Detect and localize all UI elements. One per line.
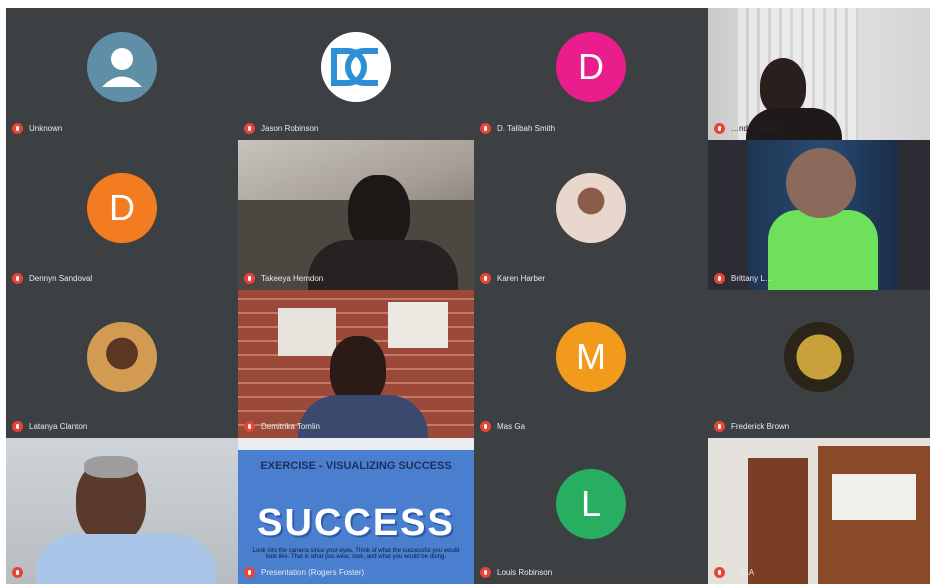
participant-name-bar: Mas Ga [480,421,525,432]
participant-name-bar: Demitrika Tomlin [244,421,320,432]
mic-muted-icon [12,567,23,578]
photo-avatar [784,322,854,392]
participant-name-bar: D. Talibah Smith [480,123,555,134]
mic-muted-icon [480,123,491,134]
participant-name-bar: Karen Harber [480,273,545,284]
participant-name: Karen Harber [497,274,546,283]
participant-name: Mas Ga [497,422,526,431]
participant-name: Dennyn Sandoval [29,274,93,283]
initial-avatar: D [87,173,157,243]
participant-tile[interactable]: Karen Harber [474,140,708,290]
slide-caption: Look into the camera since your eyes. Th… [252,548,460,560]
person-torso [768,210,878,290]
participant-name: Brittany L… [731,274,773,283]
mic-muted-icon [12,273,23,284]
participant-name: …ELA [731,568,755,577]
mic-muted-icon [480,567,491,578]
initial-avatar: D [556,32,626,102]
logo-avatar-icon [321,32,391,102]
photo-avatar [87,322,157,392]
participant-name-bar: …ndra Nickson [714,123,786,134]
mic-muted-icon [244,123,255,134]
participant-name: …ndra Nickson [731,124,786,133]
participant-name-bar: Louis Robinson [480,567,552,578]
participant-tile-video[interactable] [6,438,238,584]
participant-name-bar: Dennyn Sandoval [12,273,92,284]
participant-name: Louis Robinson [497,568,553,577]
participant-name: D. Talibah Smith [497,124,556,133]
participant-tile-video[interactable]: Brittany L… [708,140,930,290]
participant-name-bar: Jason Robinson [244,123,318,134]
camera-feed [708,8,930,140]
participant-tile[interactable]: D D. Talibah Smith [474,8,708,140]
participant-name-bar: Unknown [12,123,62,134]
participant-tile[interactable]: Frederick Brown [708,290,930,438]
camera-feed [6,438,238,584]
participant-name-bar [12,567,29,578]
participant-name: Presentation (Rogers Foster) [261,568,365,577]
participant-tile[interactable]: Jason Robinson [238,8,474,140]
presentation-tile[interactable]: EXERCISE - VISUALIZING SUCCESS SUCCESS L… [238,438,474,584]
camera-feed [238,140,474,290]
meeting-grid: Unknown Jason Robinson D D. Talibah Smit… [6,8,930,584]
initial-avatar: M [556,322,626,392]
participant-tile[interactable]: Latanya Clanton [6,290,238,438]
participant-name: Jason Robinson [261,124,319,133]
participant-name-bar: Frederick Brown [714,421,789,432]
mic-muted-icon [714,123,725,134]
camera-feed [238,290,474,438]
participant-tile[interactable]: M Mas Ga [474,290,708,438]
participant-name-bar: …ELA [714,567,754,578]
participant-name: Demitrika Tomlin [261,422,320,431]
mic-muted-icon [714,421,725,432]
participant-name: Unknown [29,124,63,133]
participant-tile-video[interactable]: …ELA [708,438,930,584]
participant-name-bar: Latanya Clanton [12,421,87,432]
participant-tile-video[interactable]: Demitrika Tomlin [238,290,474,438]
participant-name-bar: Brittany L… [714,273,773,284]
mic-muted-icon [480,421,491,432]
participant-tile[interactable]: D Dennyn Sandoval [6,140,238,290]
photo-avatar [556,173,626,243]
mic-muted-icon [480,273,491,284]
presenting-icon [244,567,255,578]
camera-feed [708,438,930,584]
camera-feed [708,140,930,290]
mic-muted-icon [714,567,725,578]
slide-title: EXERCISE - VISUALIZING SUCCESS [260,460,452,472]
participant-name-bar: Takeeya Hemdon [244,273,323,284]
user-avatar-icon [87,32,157,102]
participant-name: Frederick Brown [731,422,790,431]
initial-avatar: L [556,469,626,539]
slide-headline: SUCCESS [257,502,455,544]
mic-muted-icon [12,123,23,134]
participant-name: Latanya Clanton [29,422,88,431]
mic-muted-icon [244,421,255,432]
participant-name: Takeeya Hemdon [261,274,324,283]
participant-tile[interactable]: L Louis Robinson [474,438,708,584]
participant-tile-video[interactable]: …ndra Nickson [708,8,930,140]
participant-name-bar: Presentation (Rogers Foster) [244,567,364,578]
participant-tile-video[interactable]: Takeeya Hemdon [238,140,474,290]
mic-muted-icon [714,273,725,284]
mic-muted-icon [244,273,255,284]
participant-tile[interactable]: Unknown [6,8,238,140]
mic-muted-icon [12,421,23,432]
person-silhouette [760,58,806,114]
